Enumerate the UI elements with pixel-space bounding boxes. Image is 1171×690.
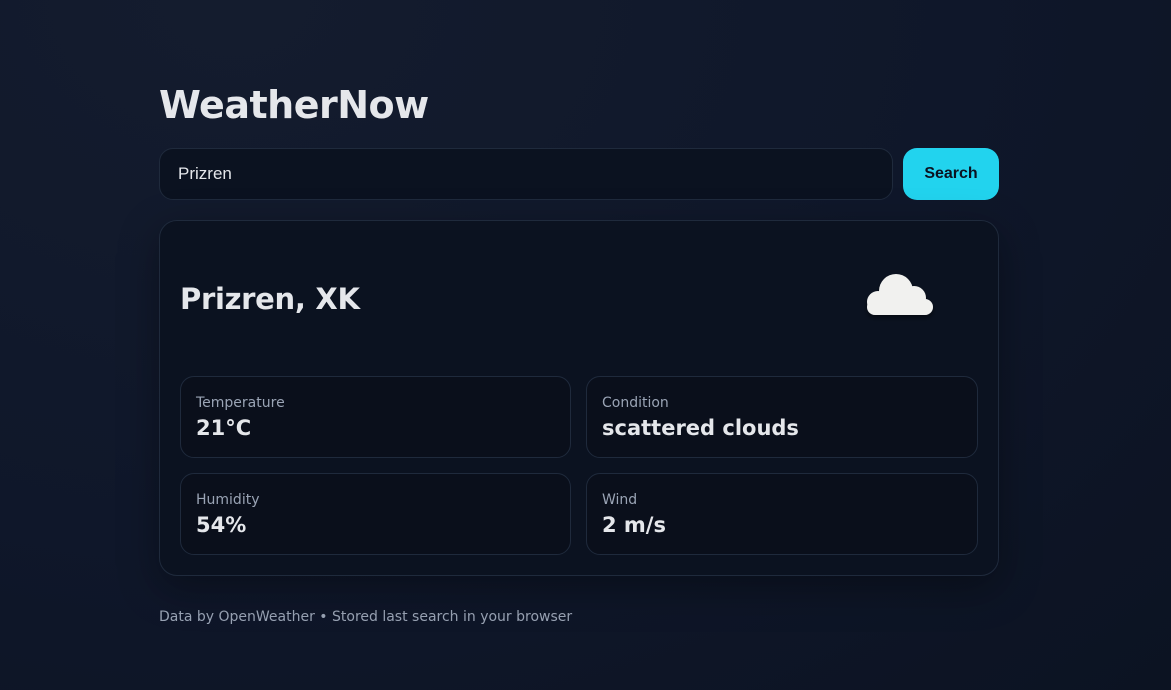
weather-stats-grid: Temperature 21°C Condition scattered clo… bbox=[180, 376, 978, 555]
stat-label: Condition bbox=[602, 395, 669, 411]
stat-value: 2 m/s bbox=[602, 513, 666, 537]
stat-tile-condition: Condition scattered clouds bbox=[586, 376, 978, 458]
app-container: WeatherNow Search Prizren, XK bbox=[159, 82, 999, 625]
stat-label: Humidity bbox=[196, 492, 260, 508]
location-name: Prizren, XK bbox=[180, 281, 360, 316]
stat-value: 21°C bbox=[196, 416, 252, 440]
weather-card-header: Prizren, XK bbox=[180, 221, 978, 376]
city-search-input[interactable] bbox=[159, 148, 893, 200]
stat-tile-humidity: Humidity 54% bbox=[180, 473, 571, 555]
stat-label: Wind bbox=[602, 492, 638, 508]
search-bar: Search bbox=[159, 148, 999, 200]
weather-card: Prizren, XK Temperature 21°C Condition s… bbox=[159, 220, 999, 576]
stat-label: Temperature bbox=[196, 395, 285, 411]
footer-note: Data by OpenWeather • Stored last search… bbox=[159, 609, 573, 625]
stat-tile-wind: Wind 2 m/s bbox=[586, 473, 978, 555]
stat-value: 54% bbox=[196, 513, 247, 537]
app-title: WeatherNow bbox=[159, 83, 429, 127]
stat-value: scattered clouds bbox=[602, 416, 799, 440]
search-button[interactable]: Search bbox=[903, 148, 999, 200]
stat-tile-temperature: Temperature 21°C bbox=[180, 376, 571, 458]
cloud-icon bbox=[867, 273, 933, 315]
